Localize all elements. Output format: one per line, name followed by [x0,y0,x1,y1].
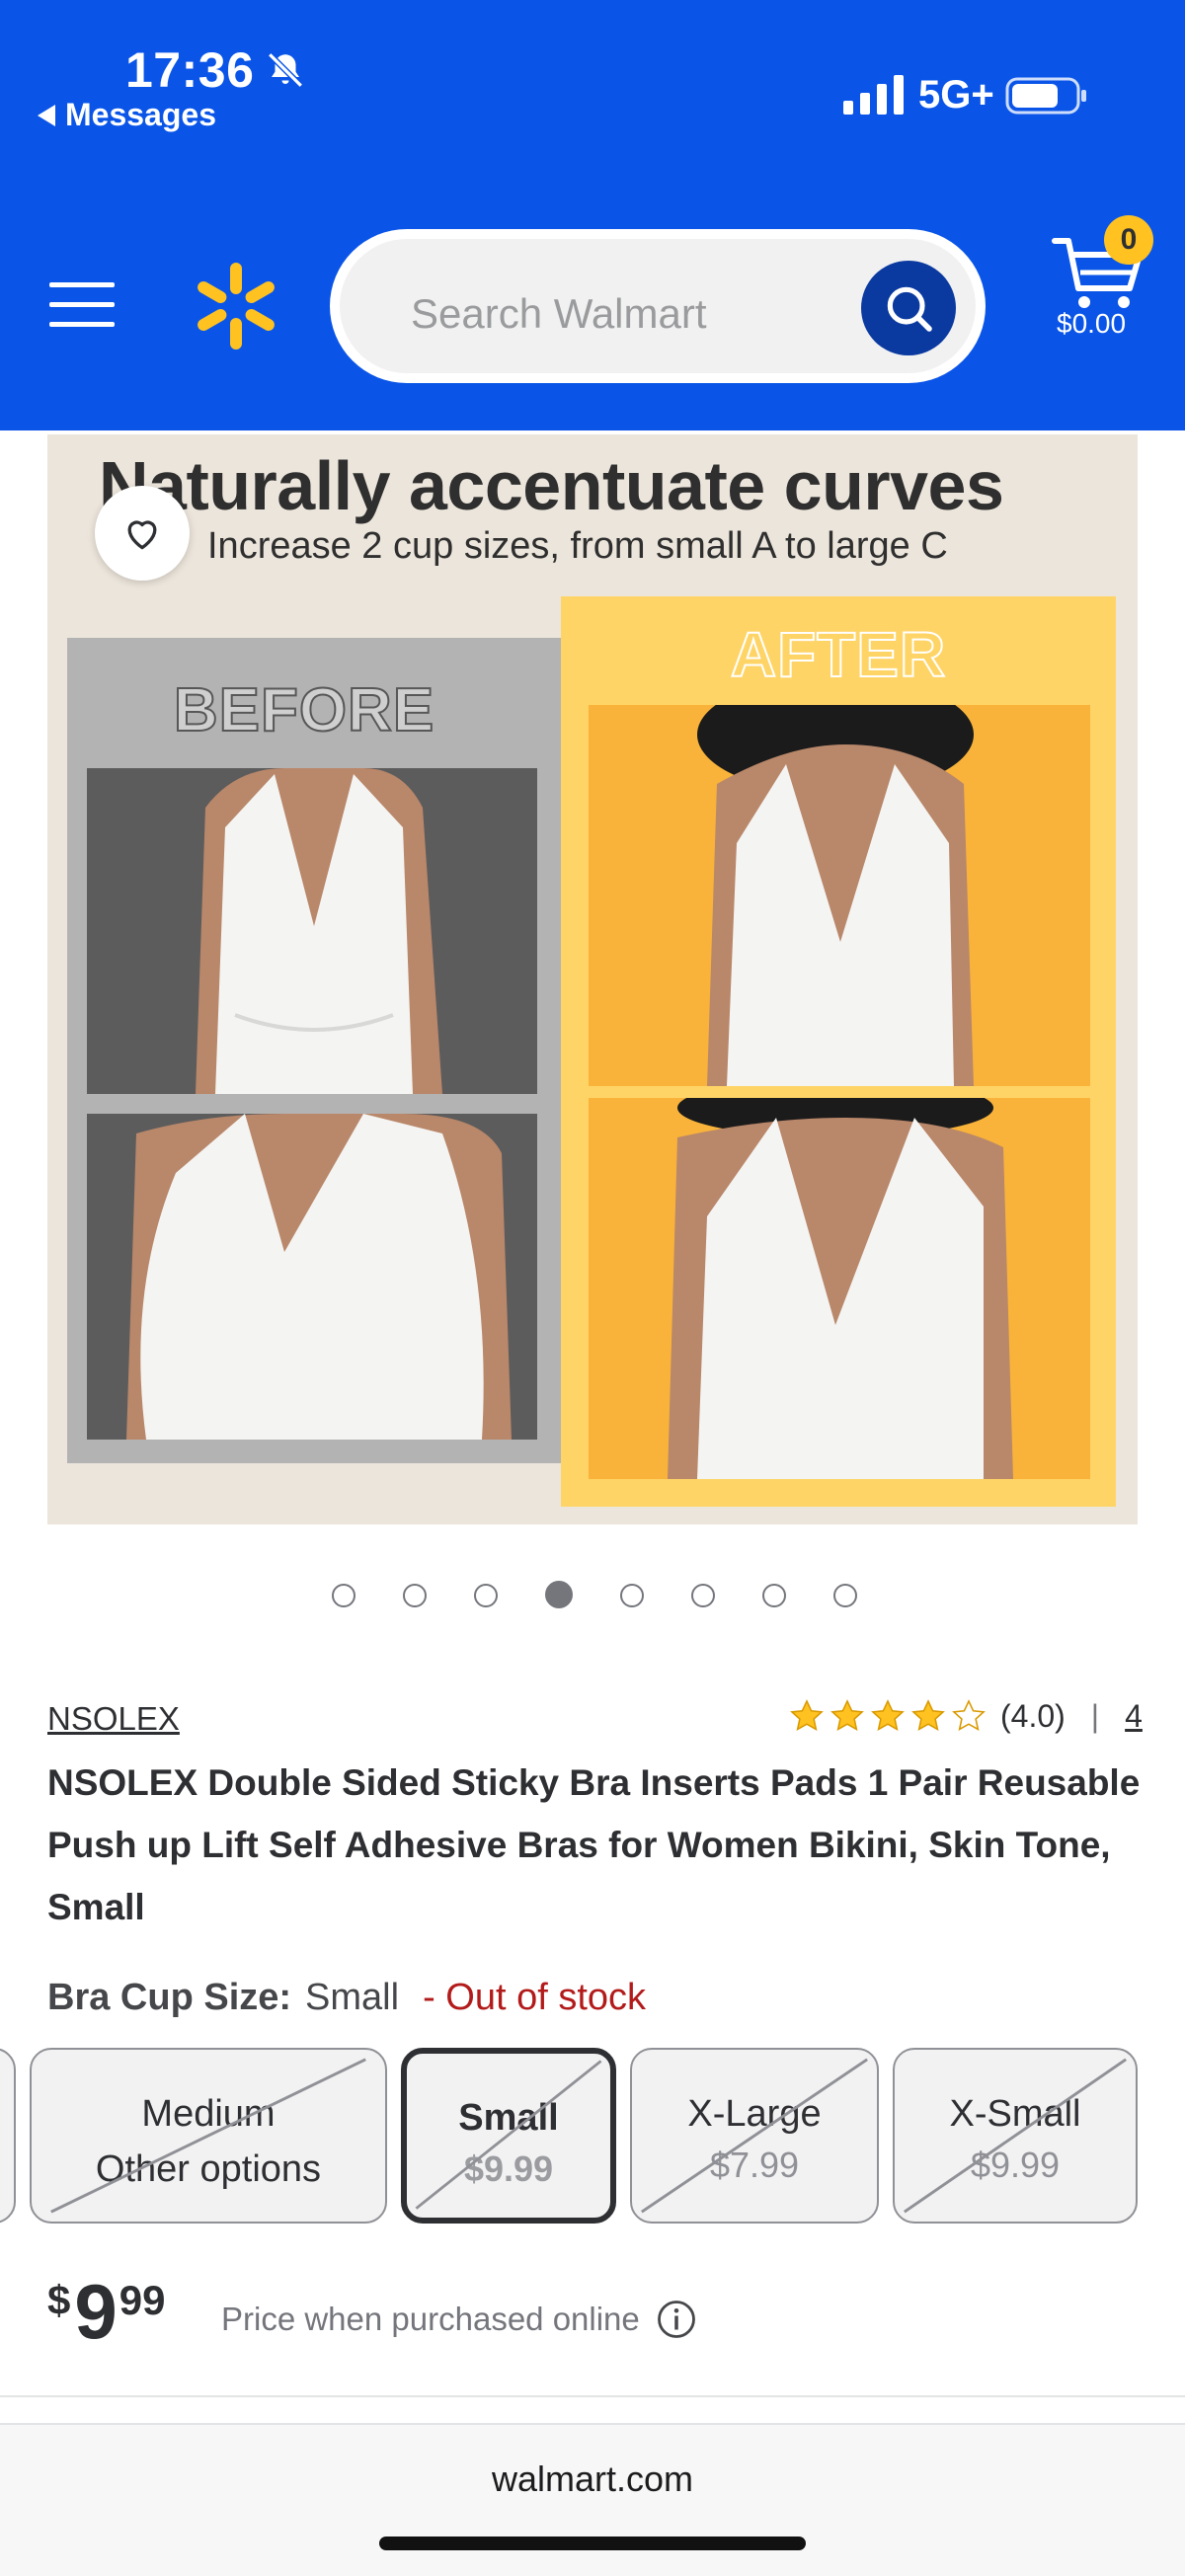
bell-slash-icon [268,52,303,88]
after-panel: AFTER [561,596,1116,1507]
carousel-dot[interactable] [545,1581,573,1608]
size-option-x-small[interactable]: X-Small $9.99 [893,2048,1138,2224]
before-panel: BEFORE [67,638,561,1463]
variant-label: Bra Cup Size: [47,1977,292,2018]
review-count-link[interactable]: 4 [1125,1698,1143,1735]
carousel-dot[interactable] [833,1584,857,1607]
spark-logo[interactable] [196,263,276,350]
divider [0,2423,1185,2425]
price-cents: 99 [118,2277,166,2323]
rating-value: (4.0) [1000,1697,1066,1734]
browser-bottom-bar [0,2425,1185,2576]
back-arrow-icon [38,104,55,126]
star-empty-icon [952,1699,986,1732]
carousel-dot[interactable] [691,1584,715,1607]
cart-total: $0.00 [1057,308,1127,339]
cart-count-badge: 0 [1104,215,1153,265]
image-subline: Increase 2 cup sizes, from small A to la… [207,525,948,567]
after-label: AFTER [730,618,947,691]
before-label: BEFORE [173,675,435,745]
brand-link[interactable]: NSOLEX [47,1700,180,1738]
carousel-dot[interactable] [762,1584,786,1607]
price-note: Price when purchased online [221,2299,697,2340]
carousel-dot[interactable] [403,1584,427,1607]
carousel-dots [332,1581,857,1609]
battery-icon [1005,77,1086,115]
search-bar[interactable]: Search Walmart [330,229,986,383]
before-photo-2 [87,1114,537,1440]
info-icon[interactable] [656,2299,697,2340]
variant-selector-label: Bra Cup Size: Small - Out of stock [47,1977,646,2019]
back-to-messages[interactable]: Messages [38,97,216,133]
divider [0,2395,1185,2397]
carousel-dot[interactable] [620,1584,644,1607]
star-filled-icon [871,1699,905,1732]
product-image[interactable]: Naturally accentuate curves Increase 2 c… [47,434,1138,1524]
price-note-text: Price when purchased online [221,2301,640,2337]
size-option-partial[interactable] [0,2048,16,2224]
before-photo-1 [87,768,537,1094]
carousel-dot[interactable] [332,1584,356,1607]
variant-value: Small [305,1977,400,2018]
home-indicator [379,2537,806,2550]
size-option-medium[interactable]: Medium Other options [30,2048,387,2224]
star-rating [788,1697,990,1735]
search-input[interactable]: Search Walmart [340,239,976,373]
price-currency: $ [47,2277,71,2323]
carousel-dot[interactable] [474,1584,498,1607]
after-photo-2 [589,1098,1090,1479]
product-title: NSOLEX Double Sided Sticky Bra Inserts P… [47,1762,1141,1927]
status-time: 17:36 [125,42,255,98]
after-photo-1 [589,705,1090,1086]
price-dollars: 9 [74,2268,118,2355]
signal-icon [843,75,904,115]
menu-icon[interactable] [49,280,115,330]
size-option-x-large[interactable]: X-Large $7.99 [630,2048,879,2224]
network-label: 5G+ [918,73,994,117]
rating[interactable]: (4.0) | 4 [788,1696,1143,1736]
star-filled-icon [790,1699,824,1732]
size-options: Medium Other options Small $9.99 X-Large… [0,2048,1185,2224]
app-header: 17:36 Messages 5G+ Search Walmart 0 $0.0… [0,0,1185,430]
image-headline: Naturally accentuate curves [99,447,1004,524]
back-label: Messages [65,97,216,132]
star-filled-icon [911,1699,945,1732]
star-filled-icon [830,1699,864,1732]
rating-separator: | [1090,1697,1100,1734]
search-icon [887,286,932,332]
price: $ 9 99 [47,2271,165,2352]
size-option-small[interactable]: Small $9.99 [401,2048,616,2224]
search-placeholder: Search Walmart [411,290,707,337]
search-button[interactable] [861,261,956,355]
heart-icon [127,520,157,550]
stock-status: - Out of stock [423,1977,647,2018]
browser-url[interactable]: walmart.com [0,2459,1185,2500]
favorite-button[interactable] [95,486,190,581]
